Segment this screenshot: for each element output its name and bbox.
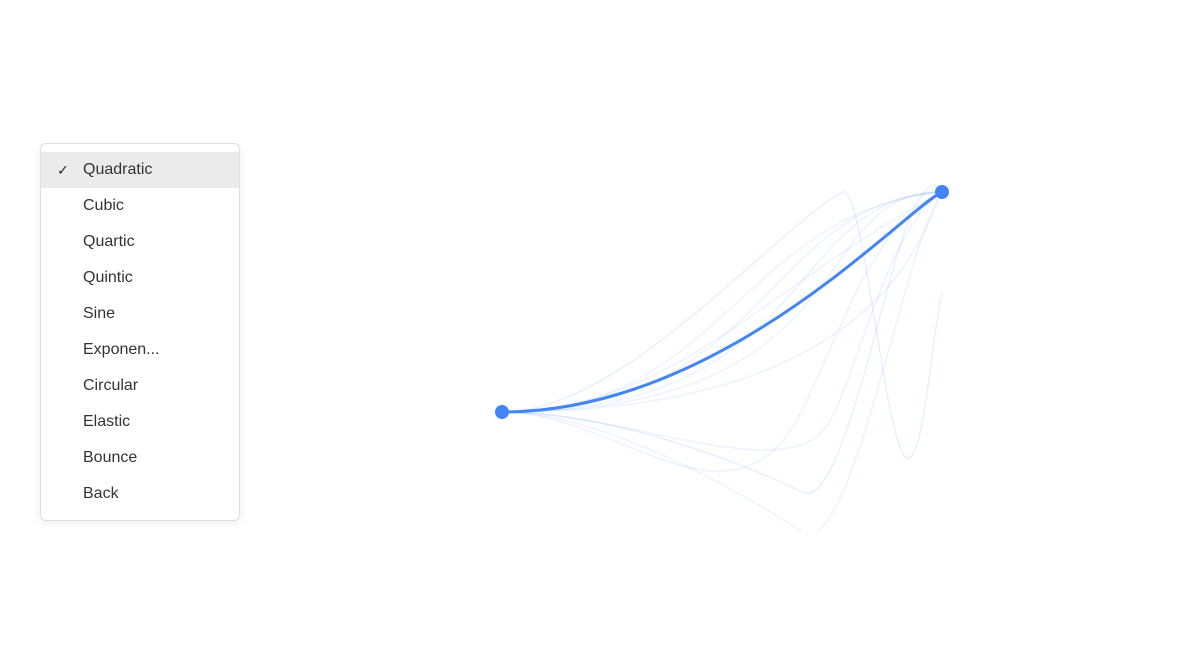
menu-item-quintic[interactable]: Quintic xyxy=(41,260,239,296)
menu-item-label: Quadratic xyxy=(83,161,152,179)
start-point xyxy=(495,405,509,419)
menu-item-cubic[interactable]: Cubic xyxy=(41,188,239,224)
easing-chart xyxy=(422,132,1022,532)
menu-item-label: Cubic xyxy=(83,197,124,215)
menu-item-bounce[interactable]: Bounce xyxy=(41,440,239,476)
main-container: ✓ Quadratic Cubic Quartic Quintic Sine Exponen… xyxy=(40,82,1144,582)
menu-item-label: Bounce xyxy=(83,449,137,467)
easing-dropdown[interactable]: ✓ Quadratic Cubic Quartic Quintic Sine Exponen… xyxy=(40,143,240,521)
end-point xyxy=(935,185,949,199)
menu-item-label: Quintic xyxy=(83,269,133,287)
menu-item-label: Back xyxy=(83,485,119,503)
menu-item-sine[interactable]: Sine xyxy=(41,296,239,332)
menu-item-label: Exponen... xyxy=(83,341,160,359)
menu-item-label: Sine xyxy=(83,305,115,323)
menu-item-label: Quartic xyxy=(83,233,135,251)
menu-item-label: Elastic xyxy=(83,413,130,431)
menu-item-elastic[interactable]: Elastic xyxy=(41,404,239,440)
menu-item-exponential[interactable]: Exponen... xyxy=(41,332,239,368)
check-icon: ✓ xyxy=(57,162,77,179)
menu-item-circular[interactable]: Circular xyxy=(41,368,239,404)
menu-item-back[interactable]: Back xyxy=(41,476,239,512)
menu-item-label: Circular xyxy=(83,377,138,395)
menu-item-quadratic[interactable]: ✓ Quadratic xyxy=(41,152,239,188)
chart-area xyxy=(300,82,1144,582)
menu-item-quartic[interactable]: Quartic xyxy=(41,224,239,260)
